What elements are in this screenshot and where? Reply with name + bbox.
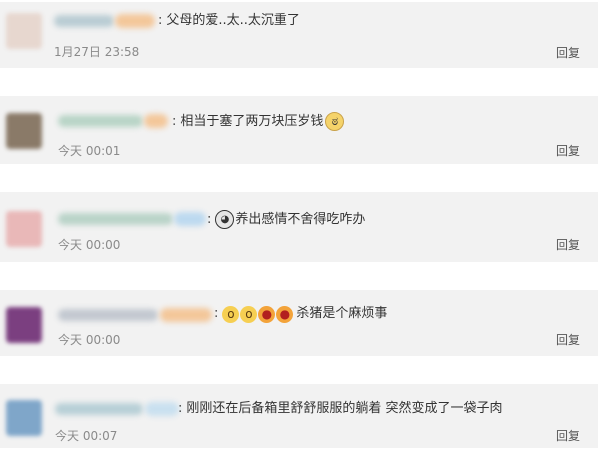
- screaming-face-emoji: ●: [258, 305, 276, 323]
- comment-text: 相当于塞了两万块压岁钱: [180, 113, 324, 129]
- panda-crying-emoji: ◕: [215, 210, 235, 229]
- username-blurred[interactable]: [55, 403, 143, 415]
- separator: :: [172, 113, 177, 129]
- comment-card: : 相当于塞了两万块压岁钱 ಠ 今天 00:01 回复: [0, 96, 598, 164]
- avatar[interactable]: [6, 400, 42, 436]
- user-badge-blurred: [160, 308, 212, 322]
- timestamp: 今天 00:00: [58, 238, 121, 252]
- reply-button[interactable]: 回复: [556, 236, 580, 253]
- separator: :: [158, 13, 163, 28]
- comment-card: : 刚刚还在后备箱里舒舒服服的躺着 突然变成了一袋子肉 今天 00:07 回复: [0, 384, 598, 448]
- reply-button[interactable]: 回复: [556, 427, 580, 444]
- shocked-face-emoji: o: [240, 305, 258, 323]
- avatar[interactable]: [6, 113, 42, 149]
- avatar[interactable]: [6, 211, 42, 247]
- username-blurred[interactable]: [58, 115, 143, 127]
- comment-card: : o o ● ● 杀猪是个麻烦事 今天 00:00 回复: [0, 290, 598, 356]
- user-badge-blurred: [174, 212, 206, 226]
- separator: :: [207, 211, 212, 227]
- comment-card: : ◕ 养出感情不舍得吃咋办 今天 00:00 回复: [0, 192, 598, 262]
- comment-text: 养出感情不舍得吃咋办: [235, 211, 366, 227]
- shocked-face-emoji: o: [222, 305, 240, 323]
- comment-content: : ◕ 养出感情不舍得吃咋办: [207, 210, 365, 229]
- timestamp: 1月27日 23:58: [54, 45, 140, 59]
- username-blurred[interactable]: [54, 15, 114, 27]
- reply-button[interactable]: 回复: [556, 331, 580, 348]
- separator: :: [178, 401, 183, 416]
- separator: :: [214, 306, 219, 321]
- user-badge-blurred: [144, 114, 168, 128]
- reply-button[interactable]: 回复: [556, 44, 580, 61]
- timestamp: 今天 00:01: [58, 144, 121, 158]
- cat-face-emoji: ಠ: [325, 112, 345, 131]
- username-blurred[interactable]: [58, 213, 173, 225]
- comment-content: : 刚刚还在后备箱里舒舒服服的躺着 突然变成了一袋子肉: [178, 400, 503, 418]
- comment-text: 杀猪是个麻烦事: [296, 306, 388, 321]
- comment-content: : 相当于塞了两万块压岁钱 ಠ: [172, 112, 345, 131]
- timestamp: 今天 00:07: [55, 429, 118, 443]
- comment-content: : 父母的爱..太..太沉重了: [158, 12, 300, 30]
- user-badge-blurred: [145, 402, 179, 416]
- comment-text: 父母的爱..太..太沉重了: [166, 13, 300, 28]
- user-badge-blurred: [115, 14, 155, 28]
- comment-text: 刚刚还在后备箱里舒舒服服的躺着 突然变成了一袋子肉: [186, 401, 503, 416]
- comment-content: : o o ● ● 杀猪是个麻烦事: [214, 305, 387, 323]
- timestamp: 今天 00:00: [58, 333, 121, 347]
- screaming-face-emoji: ●: [276, 305, 294, 323]
- reply-button[interactable]: 回复: [556, 142, 580, 159]
- avatar[interactable]: [6, 307, 42, 343]
- username-blurred[interactable]: [58, 309, 158, 321]
- comment-card: : 父母的爱..太..太沉重了 1月27日 23:58 回复: [0, 2, 598, 68]
- avatar[interactable]: [6, 13, 42, 49]
